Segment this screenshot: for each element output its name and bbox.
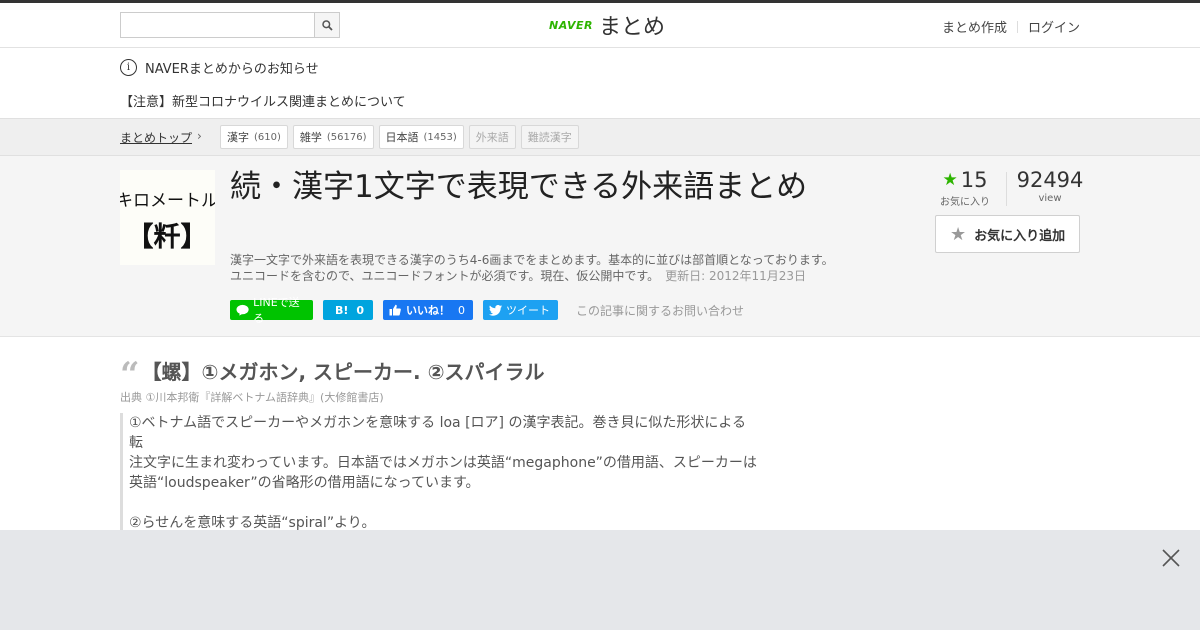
twitter-bird-icon (489, 304, 502, 316)
description-line-2: ユニコードを含むので、ユニコードフォントが必須です。現在、仮公開中です。 (230, 269, 660, 283)
view-count-value: 92494 (1016, 168, 1084, 192)
star-icon: ★ (942, 170, 958, 190)
tag-label: 日本語 (385, 131, 419, 144)
site-logo[interactable]: NAVER まとめ (549, 11, 665, 40)
add-favorite-label: お気に入り追加 (974, 228, 1066, 244)
tag-count: (610) (254, 131, 281, 143)
quote-icon: “ (120, 354, 140, 395)
search-input[interactable] (121, 13, 315, 37)
updated-date: 更新日: 2012年11月23日 (665, 269, 807, 283)
breadcrumb-top-link[interactable]: まとめトップ (120, 129, 192, 146)
divider (1016, 20, 1018, 33)
header-links: まとめ作成 ログイン (942, 17, 1080, 36)
favorite-count-value: 15 (960, 168, 988, 192)
tag-count: (56176) (326, 131, 367, 143)
add-favorite-button[interactable]: ★ お気に入り追加 (935, 215, 1080, 253)
quote-line: 注文字に生まれ変わっています。日本語ではメガホンは英語“megaphone”の借… (129, 455, 757, 471)
line-share-button[interactable]: LINEで送る (230, 296, 313, 325)
logo-naver: NAVER (549, 18, 593, 32)
ad-overlay (0, 530, 1200, 630)
thumbnail-image: キロメートル 【粁】 (120, 170, 215, 265)
facebook-like-button[interactable]: いいね！ 0 (383, 300, 473, 320)
close-icon[interactable] (1160, 547, 1182, 569)
chevron-right-icon: › (197, 129, 202, 143)
thumb-text-bottom: 【粁】 (127, 222, 208, 253)
divider (1006, 172, 1007, 206)
search-button[interactable] (314, 13, 339, 37)
article-thumbnail[interactable]: キロメートル 【粁】 (120, 170, 215, 265)
logo-matome: まとめ (598, 15, 665, 40)
tag-zatsugaku[interactable]: 雑学 (56176) (292, 125, 374, 149)
thumb-text-top: キロメートル (120, 191, 215, 211)
search-box (120, 12, 340, 38)
site-header: NAVER まとめ まとめ作成 ログイン (0, 3, 1200, 48)
hatena-icon: B! (335, 303, 349, 317)
quote-line: ①ベトナム語でスピーカーやメガホンを意味する loa [ロア] の漢字表記。巻き… (129, 415, 747, 451)
description-line-1: 漢字一文字で外来語を表現できる漢字のうち4-6画までをまとめます。基本的に並びは… (230, 253, 834, 267)
hatena-count: 0 (356, 303, 365, 317)
item-heading: “ 【螺】①メガホン, スピーカー. ②スパイラル (120, 354, 545, 395)
favorite-count: ★ 15 お気に入り (935, 168, 995, 208)
line-share-label: LINEで送る (253, 296, 300, 325)
view-count-label: view (1038, 193, 1062, 204)
thumbs-up-icon (389, 304, 401, 316)
hatena-bookmark-button[interactable]: B! 0 (323, 300, 373, 320)
tag-nandoku-kanji[interactable]: 難読漢字 (520, 125, 579, 149)
tag-label: 難読漢字 (527, 131, 572, 144)
tweet-label: ツイート (506, 304, 550, 317)
quote-line: 英語“loudspeaker”の省略形の借用語になっています。 (129, 475, 480, 491)
tag-label: 漢字 (227, 131, 249, 144)
favorite-count-label: お気に入り (940, 197, 990, 208)
tag-nihongo[interactable]: 日本語 (1453) (378, 125, 464, 149)
create-matome-link[interactable]: まとめ作成 (942, 17, 1007, 36)
notice-item[interactable]: 【注意】新型コロナウイルス関連まとめについて (120, 91, 406, 110)
line-icon (236, 304, 249, 316)
tag-label: 外来語 (475, 131, 509, 144)
info-icon: i (120, 59, 137, 76)
tag-gairaigo[interactable]: 外来語 (468, 125, 516, 149)
article-description: 漢字一文字で外来語を表現できる漢字のうち4-6画までをまとめます。基本的に並びは… (230, 252, 850, 284)
article-header: キロメートル 【粁】 続・漢字1文字で表現できる外来語まとめ 漢字一文字で外来語… (0, 156, 1200, 337)
tweet-button[interactable]: ツイート (483, 300, 558, 320)
facebook-like-count: 0 (458, 303, 465, 317)
item-heading-text: 【螺】①メガホン, スピーカー. ②スパイラル (141, 360, 545, 384)
notice-title: NAVERまとめからのお知らせ (145, 62, 319, 77)
tag-list: 漢字 (610) 雑学 (56176) 日本語 (1453) 外来語 難読漢字 (220, 125, 584, 149)
contact-link[interactable]: この記事に関するお問い合わせ (576, 302, 744, 319)
quote-line (129, 493, 760, 513)
share-bar: LINEで送る B! 0 いいね！ 0 ツイート この記事に関するお問い合わせ (230, 296, 744, 325)
facebook-like-label: いいね！ (406, 304, 450, 317)
tag-count: (1453) (423, 131, 457, 143)
view-count: 92494 view (1015, 168, 1085, 204)
breadcrumb-bar: まとめトップ › 漢字 (610) 雑学 (56176) 日本語 (1453) … (0, 118, 1200, 156)
notice-heading: i NAVERまとめからのお知らせ (120, 58, 319, 77)
item-quote: ①ベトナム語でスピーカーやメガホンを意味する loa [ロア] の漢字表記。巻き… (120, 413, 760, 533)
article-stats: ★ 15 お気に入り 92494 view (935, 168, 1083, 208)
tag-label: 雑学 (299, 131, 322, 144)
tag-kanji[interactable]: 漢字 (610) (220, 125, 288, 149)
star-icon: ★ (950, 223, 967, 245)
login-link[interactable]: ログイン (1028, 17, 1080, 36)
search-icon (321, 19, 333, 31)
item-source: 出典 ①川本邦衛『詳解ベトナム語辞典』(大修館書店) (120, 391, 384, 404)
article-title: 続・漢字1文字で表現できる外来語まとめ (230, 169, 808, 205)
